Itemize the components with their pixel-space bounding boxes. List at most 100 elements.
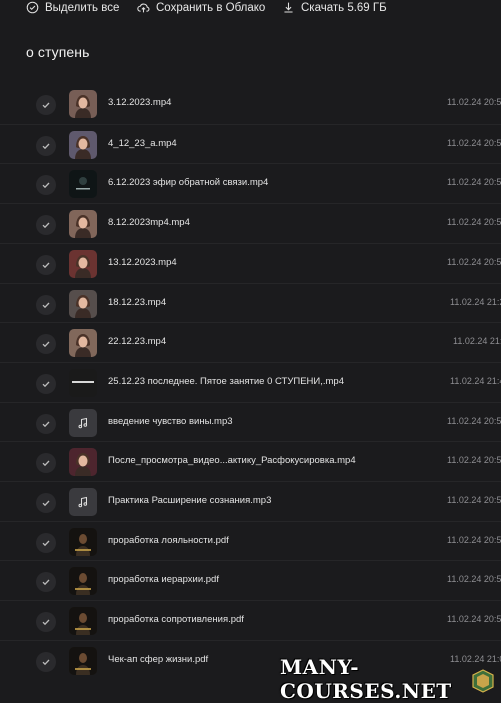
cloud-upload-icon [137, 3, 150, 13]
save-to-cloud-button[interactable]: Сохранить в Облако [137, 1, 265, 14]
document-preview-icon [69, 607, 97, 636]
check-icon [42, 659, 50, 665]
file-date: 11.02.24 21:2 [450, 296, 501, 307]
file-name: проработка сопротивления.pdf [108, 614, 244, 626]
person-photo-icon [69, 249, 97, 278]
select-all-button[interactable]: Выделить все [26, 1, 119, 14]
file-name: 3.12.2023.mp4 [108, 97, 172, 108]
file-date: 11.02.24 20:5 [447, 256, 501, 267]
file-select-checkbox[interactable] [36, 95, 56, 115]
file-name: 22.12.23.mp4 [108, 336, 167, 348]
watermark-text: MANY-COURSES.NET [280, 655, 452, 703]
file-select-checkbox[interactable] [36, 334, 56, 355]
file-select-checkbox[interactable] [36, 612, 56, 633]
person-photo-icon [69, 210, 97, 239]
file-select-checkbox[interactable] [36, 413, 56, 434]
file-row[interactable]: проработка иерархии.pdf 11.02.24 20:5 [0, 560, 501, 601]
file-date: 11.02.24 20:5 [447, 137, 501, 148]
file-name: 6.12.2023 эфир обратной связи.mp4 [108, 177, 269, 189]
file-date: 11.02.24 20:5 [447, 455, 501, 466]
check-icon [42, 262, 50, 268]
file-date: 11.02.24 21:4 [450, 375, 501, 386]
check-icon [42, 182, 50, 189]
check-icon [42, 460, 50, 467]
file-name: Практика Расширение сознания.mp3 [108, 495, 272, 506]
file-row[interactable]: После_просмотра_видео...актику_Расфокуси… [0, 441, 501, 482]
file-name: Чек-ап сфер жизни.pdf [108, 653, 209, 665]
check-icon [42, 302, 50, 308]
download-icon [284, 2, 293, 13]
music-note-icon [78, 417, 88, 428]
file-select-checkbox[interactable] [36, 572, 56, 593]
file-thumbnail [69, 607, 97, 636]
file-select-checkbox[interactable] [36, 175, 56, 196]
check-icon [42, 143, 50, 149]
check-icon [42, 341, 50, 348]
file-select-checkbox[interactable] [36, 215, 56, 236]
file-row[interactable]: проработка лояльности.pdf 11.02.24 20:5 [0, 520, 501, 562]
check-icon [42, 619, 50, 626]
file-thumbnail [69, 646, 97, 675]
file-row[interactable]: проработка сопротивления.pdf 11.02.24 20:… [0, 600, 501, 641]
document-preview-icon [69, 646, 97, 675]
file-name: проработка иерархии.pdf [108, 574, 219, 586]
file-row[interactable]: 13.12.2023.mp4 11.02.24 20:5 [0, 242, 501, 284]
file-row[interactable]: 22.12.23.mp4 11.02.24 21: [0, 322, 501, 363]
check-icon [42, 222, 50, 229]
file-thumbnail [69, 170, 97, 199]
file-date: 11.02.24 20:5 [447, 97, 501, 107]
file-select-checkbox[interactable] [36, 651, 56, 672]
file-select-checkbox[interactable] [36, 493, 56, 513]
file-thumbnail [69, 329, 97, 358]
file-name: проработка лояльности.pdf [108, 534, 229, 546]
file-name: 25.12.23 последнее. Пятое занятие 0 СТУП… [108, 375, 345, 387]
file-select-checkbox[interactable] [36, 135, 56, 156]
file-name: После_просмотра_видео...актику_Расфокуси… [108, 455, 356, 467]
file-row[interactable]: 3.12.2023.mp4 11.02.24 20:5 [0, 84, 501, 124]
download-button[interactable]: Скачать 5.69 ГБ [282, 1, 387, 14]
file-thumbnail [69, 448, 97, 477]
person-photo-icon [69, 329, 97, 358]
file-thumbnail [69, 210, 97, 239]
file-thumbnail [69, 289, 97, 318]
file-thumbnail [69, 567, 97, 596]
file-row[interactable]: введение чувство вины.mp3 11.02.24 20:5 [0, 401, 501, 443]
check-icon [42, 540, 50, 546]
person-photo-icon [69, 90, 97, 118]
file-date: 11.02.24 20:5 [447, 534, 501, 545]
file-date: 11.02.24 20:5 [447, 217, 501, 228]
document-preview-icon [69, 527, 97, 556]
audio-thumbnail [69, 488, 97, 516]
file-row[interactable]: 25.12.23 последнее. Пятое занятие 0 СТУП… [0, 361, 501, 403]
file-select-checkbox[interactable] [36, 453, 56, 474]
file-row[interactable]: 18.12.23.mp4 11.02.24 21:2 [0, 282, 501, 324]
document-preview-icon [69, 567, 97, 596]
file-select-checkbox[interactable] [36, 532, 56, 553]
file-row[interactable]: 8.12.2023mp4.mp4 11.02.24 20:5 [0, 203, 501, 244]
video-preview-icon [69, 170, 97, 199]
person-photo-icon [69, 130, 97, 159]
text-preview-icon [69, 368, 97, 397]
file-date: 11.02.24 20:5 [447, 177, 501, 188]
file-row[interactable]: 4_12_23_a.mp4 11.02.24 20:5 [0, 123, 501, 165]
music-note-icon [78, 496, 88, 508]
file-date: 11.02.24 20:5 [447, 574, 501, 585]
file-select-checkbox[interactable] [36, 294, 56, 315]
toolbar: Выделить все Сохранить в Облако Скачать … [0, 0, 501, 18]
check-icon [42, 381, 50, 388]
file-date: 11.02.24 20:5 [447, 495, 501, 505]
file-row[interactable]: Практика Расширение сознания.mp3 11.02.24… [0, 481, 501, 522]
file-row[interactable]: 6.12.2023 эфир обратной связи.mp4 11.02.2… [0, 163, 501, 204]
file-thumbnail [69, 249, 97, 278]
save-to-cloud-label: Сохранить в Облако [156, 1, 266, 14]
file-name: 4_12_23_a.mp4 [108, 137, 177, 149]
download-label: Скачать 5.69 ГБ [301, 1, 387, 14]
file-select-checkbox[interactable] [36, 254, 56, 275]
file-name: 18.12.23.mp4 [108, 296, 167, 308]
file-thumbnail [69, 527, 97, 556]
file-select-checkbox[interactable] [36, 373, 56, 394]
file-date: 11.02.24 21: [453, 336, 501, 347]
file-name: введение чувство вины.mp3 [108, 415, 233, 427]
check-icon [42, 500, 50, 507]
person-photo-icon [69, 289, 97, 318]
